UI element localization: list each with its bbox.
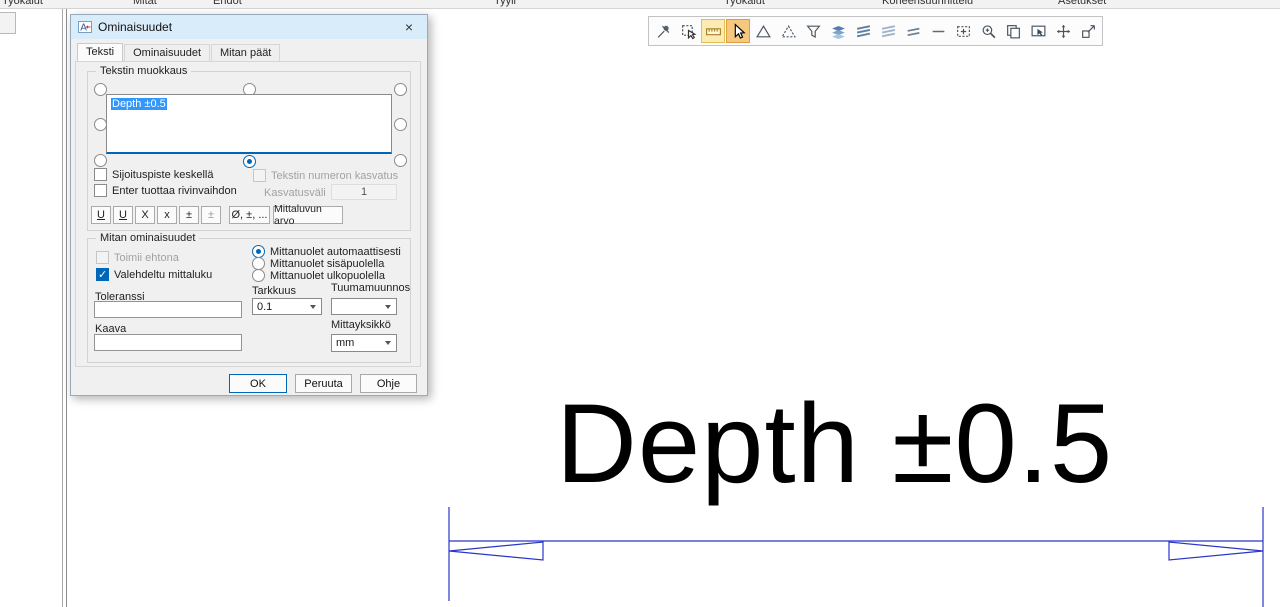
unit-value: mm	[336, 337, 354, 349]
zoom-icon[interactable]	[976, 19, 1000, 43]
selected-text: Depth ±0.5	[111, 98, 167, 110]
text-edit-group: Tekstin muokkaus Depth ±0.5 Sijoituspist…	[87, 71, 411, 231]
select-area-icon[interactable]	[951, 19, 975, 43]
main-toolbar	[648, 16, 1103, 46]
number-increment-label: Tekstin numeron kasvatus	[271, 170, 398, 182]
symbols-button[interactable]: Ø, ±, ...	[229, 206, 270, 224]
number-increment-checkbox	[253, 169, 266, 182]
triangle-icon[interactable]	[751, 19, 775, 43]
left-panel-divider	[66, 9, 67, 607]
inch-conversion-label: Tuumamuunnos	[331, 282, 410, 294]
properties-icon: A	[78, 20, 92, 34]
underline2-button[interactable]: U	[113, 206, 133, 224]
layers-back-icon[interactable]	[876, 19, 900, 43]
tab-mitan-paat[interactable]: Mitan päät	[211, 44, 280, 62]
anchor-radio-top-right[interactable]	[394, 83, 407, 96]
select-box-icon[interactable]	[676, 19, 700, 43]
arrows-outside-radio[interactable]	[252, 269, 265, 282]
menu-item-tyokalut-1[interactable]: Työkalut	[2, 0, 43, 7]
dimension-text-input[interactable]: Depth ±0.5	[106, 94, 392, 154]
close-icon[interactable]: ×	[398, 17, 420, 37]
pin-icon[interactable]	[651, 19, 675, 43]
menu-item-ehdot[interactable]: Ehdot	[213, 0, 242, 7]
anchor-radio-bottom-right[interactable]	[394, 154, 407, 167]
copy-view-icon[interactable]	[1001, 19, 1025, 43]
condition-label: Toimii ehtona	[114, 252, 179, 264]
unit-combo[interactable]: mm	[331, 334, 397, 352]
arrows-auto-label: Mittanuolet automaattisesti	[270, 246, 401, 258]
canvas-dimension-text[interactable]: Depth ±0.5	[556, 388, 1113, 500]
precision-combo[interactable]: 0.1	[252, 298, 322, 315]
menu-item-koneensuunnittelu[interactable]: Koneensuunnittelu	[882, 0, 973, 7]
cursor-icon[interactable]	[726, 19, 750, 43]
fake-value-checkbox[interactable]	[96, 268, 109, 281]
tab-ominaisuudet[interactable]: Ominaisuudet	[124, 44, 210, 62]
plusminus-button[interactable]: ±	[179, 206, 199, 224]
left-panel	[0, 9, 63, 607]
strike-lower-button[interactable]: x	[157, 206, 177, 224]
center-placement-checkbox[interactable]	[94, 168, 107, 181]
dimension-props-legend: Mitan ominaisuudet	[96, 232, 199, 244]
unit-label: Mittayksikkö	[331, 319, 391, 331]
triangle-dashed-icon[interactable]	[776, 19, 800, 43]
layers-mid-icon[interactable]	[851, 19, 875, 43]
strike-upper-button[interactable]: X	[135, 206, 155, 224]
condition-checkbox	[96, 251, 109, 264]
anchor-radio-bottom-left[interactable]	[94, 154, 107, 167]
arrowhead-left	[449, 542, 543, 560]
dialog-title: Ominaisuudet	[98, 20, 172, 34]
move-axes-icon[interactable]	[1051, 19, 1075, 43]
fake-value-label: Valehdeltu mittaluku	[114, 269, 212, 281]
dimension-props-group: Mitan ominaisuudet Toimii ehtona Valehde…	[87, 238, 411, 363]
left-panel-tab[interactable]	[0, 12, 16, 34]
anchor-radio-bottom-center[interactable]	[243, 155, 256, 168]
tolerance-field[interactable]	[94, 301, 242, 318]
checkbox-row-fake-value[interactable]: Valehdeltu mittaluku	[96, 268, 212, 281]
thin-line-icon[interactable]	[926, 19, 950, 43]
dialog-tabs: Teksti Ominaisuudet Mitan päät	[77, 45, 281, 62]
checkbox-row-center[interactable]: Sijoituspiste keskellä	[94, 168, 214, 181]
inch-conversion-combo[interactable]	[331, 298, 397, 315]
increment-interval-label: Kasvatusväli	[264, 187, 326, 199]
svg-text:A: A	[80, 23, 87, 34]
formula-field[interactable]	[94, 334, 242, 351]
checkbox-row-increment: Tekstin numeron kasvatus	[253, 169, 398, 182]
ok-button[interactable]: OK	[229, 374, 287, 393]
underline-button[interactable]: U	[91, 206, 111, 224]
cancel-button[interactable]: Peruuta	[295, 374, 352, 393]
measure-value-button[interactable]: Mittaluvun arvo	[273, 206, 343, 224]
checkbox-row-condition: Toimii ehtona	[96, 251, 179, 264]
radio-row-arrows-outside[interactable]: Mittanuolet ulkopuolella	[252, 269, 385, 282]
dialog-titlebar[interactable]: A Ominaisuudet ×	[71, 15, 427, 39]
center-placement-label: Sijoituspiste keskellä	[112, 169, 214, 181]
enter-linebreak-checkbox[interactable]	[94, 184, 107, 197]
tab-teksti[interactable]: Teksti	[77, 43, 123, 62]
checkbox-row-enter[interactable]: Enter tuottaa rivinvaihdon	[94, 184, 237, 197]
filter-icon[interactable]	[801, 19, 825, 43]
precision-value: 0.1	[257, 301, 272, 313]
ruler-icon[interactable]	[701, 19, 725, 43]
arrows-outside-label: Mittanuolet ulkopuolella	[270, 270, 385, 282]
properties-dialog: A Ominaisuudet × Teksti Ominaisuudet Mit…	[70, 14, 428, 396]
precision-label: Tarkkuus	[252, 285, 296, 297]
anchor-radio-middle-right[interactable]	[394, 118, 407, 131]
enter-linebreak-label: Enter tuottaa rivinvaihdon	[112, 185, 237, 197]
hatch-lines-icon[interactable]	[901, 19, 925, 43]
screen-pick-icon[interactable]	[1026, 19, 1050, 43]
menu-item-tyokalut-2[interactable]: Työkalut	[724, 0, 765, 7]
menu-item-tyyli[interactable]: Tyyli	[494, 0, 516, 7]
menu-item-mitat[interactable]: Mitat	[133, 0, 157, 7]
increment-interval-field: 1	[331, 184, 397, 200]
layers-front-icon[interactable]	[826, 19, 850, 43]
increment-interval-value: 1	[361, 186, 367, 198]
help-button[interactable]: Ohje	[360, 374, 417, 393]
arrowhead-right	[1169, 542, 1263, 560]
arrows-inside-label: Mittanuolet sisäpuolella	[270, 258, 384, 270]
export-view-icon[interactable]	[1076, 19, 1100, 43]
menubar: Työkalut Mitat Ehdot Tyyli Työkalut Kone…	[0, 0, 1280, 9]
text-edit-group-legend: Tekstin muokkaus	[96, 65, 191, 77]
plusminus-alt-button[interactable]: ±	[201, 206, 221, 224]
menu-item-asetukset[interactable]: Asetukset	[1058, 0, 1106, 7]
